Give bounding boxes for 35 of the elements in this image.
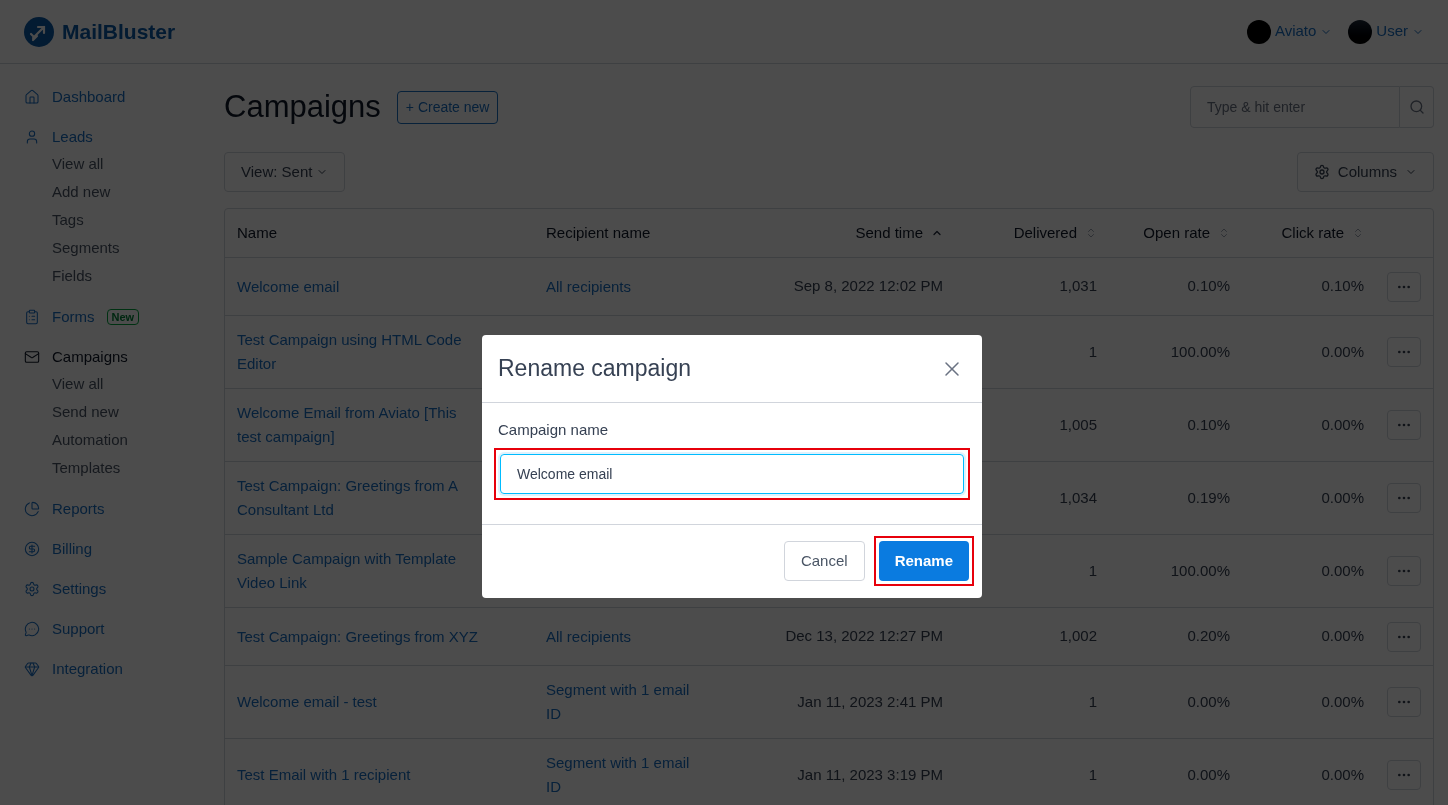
campaign-name-field[interactable]: Welcome email [500,453,964,494]
table-cell-text: 1 [1088,764,1097,785]
table-cell-text: Sep 8, 2022 12:02 PM [793,276,943,297]
table-cell-text: 0.00% [1321,341,1364,362]
rename-button[interactable]: Rename [878,541,969,581]
table-cell-text: 0.10% [1187,414,1230,435]
field-label: Campaign name [498,420,610,440]
table-cell-text: 0.00% [1187,691,1230,712]
table-cell-text: Jan 11, 2023 3:19 PM [797,764,943,785]
table-cell-text: 1 [1088,560,1097,581]
table-cell-text: 0.20% [1187,626,1230,647]
table-cell-text: 0.00% [1321,560,1364,581]
logo-text: MailBluster [62,18,176,45]
table-cell-text: 1,002 [1059,626,1097,647]
dialog-title: Rename campaign [498,354,692,384]
table-cell-text: 0.10% [1187,276,1230,297]
table-cell-text: 0.10% [1321,276,1364,297]
table-cell-text: 1,031 [1059,276,1097,297]
table-cell-text: 1 [1088,341,1097,362]
table-cell-text: 0.00% [1321,691,1364,712]
table-cell-text: 1 [1088,691,1097,712]
table-cell-text: 100.00% [1170,560,1230,581]
table-cell-text: Jan 11, 2023 2:41 PM [797,691,943,712]
table-cell-text: 0.00% [1321,764,1364,785]
table-cell-text: 1,005 [1059,414,1097,435]
table-cell-text: 0.00% [1321,487,1364,508]
table-cell-text: 0.00% [1321,626,1364,647]
table-cell-text: 1,034 [1059,487,1097,508]
cancel-button[interactable]: Cancel [783,541,865,581]
table-cell-text: 0.00% [1187,764,1230,785]
table-cell-text: Dec 13, 2022 12:27 PM [785,626,943,647]
page-title: Campaigns [224,87,381,126]
table-cell-text: 0.19% [1187,487,1230,508]
table-cell-text: 0.00% [1321,414,1364,435]
table-cell-text: 100.00% [1170,341,1230,362]
